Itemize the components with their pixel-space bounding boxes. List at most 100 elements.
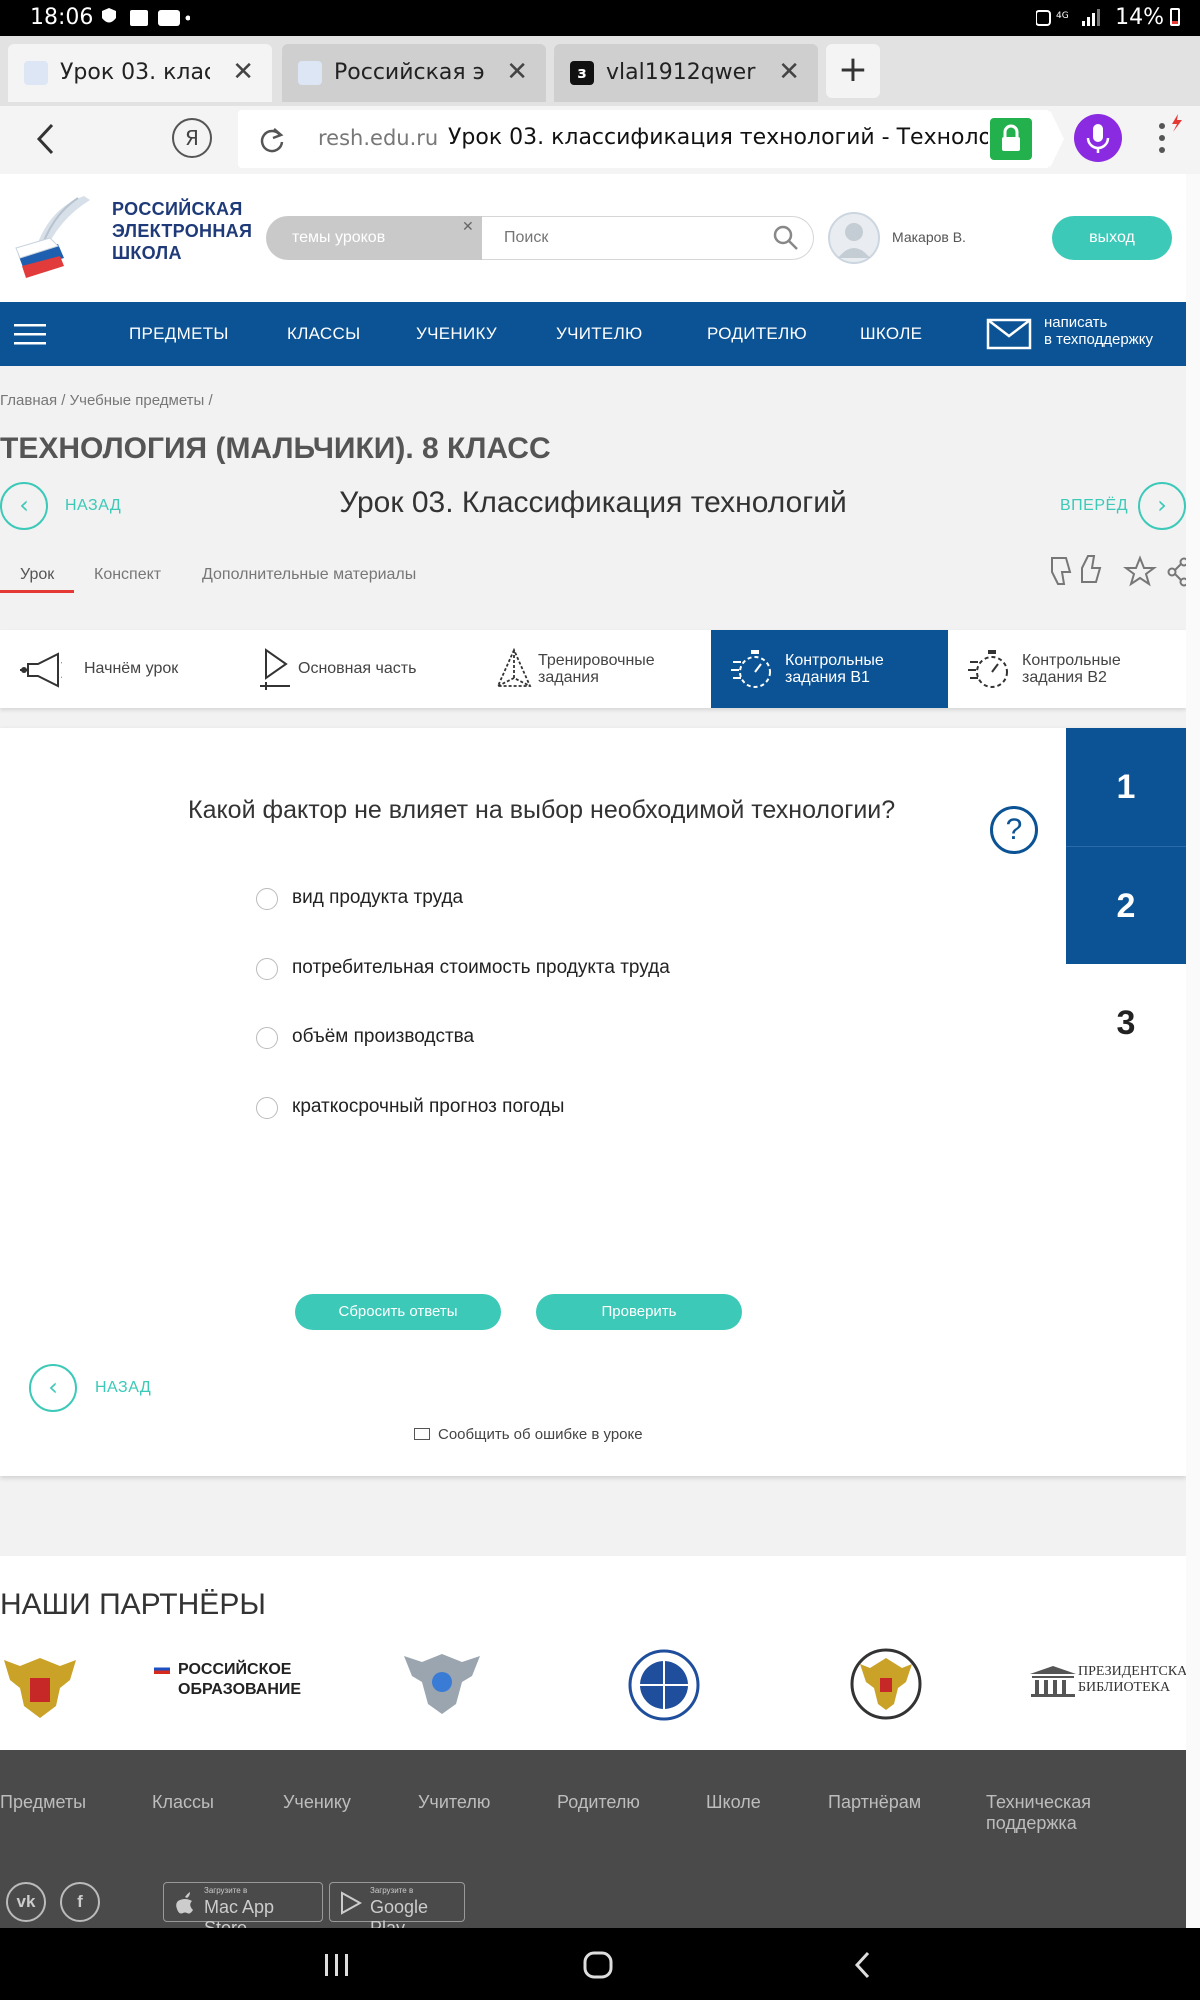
google-play-badge[interactable]: Загрузите в Google Play bbox=[329, 1882, 465, 1938]
facebook-icon[interactable]: f bbox=[60, 1882, 100, 1922]
logo-line: ШКОЛА bbox=[112, 243, 182, 263]
back-link[interactable]: НАЗАД bbox=[65, 497, 121, 515]
partner-name: ОБРАЗОВАНИЕ bbox=[178, 1681, 302, 1698]
like-icon[interactable] bbox=[1081, 555, 1102, 583]
question-number-3[interactable]: 3 bbox=[1066, 964, 1186, 1082]
section-control-b2[interactable]: Контрольные задания В2 bbox=[948, 630, 1186, 708]
back-link[interactable]: НАЗАД bbox=[95, 1379, 151, 1397]
russian-emblem-logo[interactable] bbox=[0, 1648, 80, 1724]
browser-tab-3[interactable]: з vlal1912qwerty ✕ bbox=[554, 44, 818, 102]
tab-title: Урок 03. классификация технологий bbox=[60, 60, 210, 85]
section-main[interactable]: Основная часть bbox=[236, 630, 472, 708]
section-control-b1[interactable]: Контрольные задания В1 bbox=[711, 630, 948, 708]
store-small-label: Загрузите в bbox=[204, 1886, 248, 1895]
avatar[interactable] bbox=[828, 212, 880, 264]
share-icon[interactable] bbox=[1167, 557, 1188, 587]
support-line: написать bbox=[1044, 314, 1108, 331]
subtab-lesson[interactable]: Урок bbox=[20, 566, 54, 584]
radio-button[interactable] bbox=[256, 1097, 278, 1119]
library-building-icon bbox=[1030, 1666, 1076, 1697]
question-number-2[interactable]: 2 bbox=[1066, 846, 1186, 964]
apple-icon bbox=[176, 1892, 193, 1914]
close-tab-icon[interactable]: ✕ bbox=[778, 57, 800, 87]
nav-item-parent[interactable]: РОДИТЕЛЮ bbox=[707, 324, 807, 344]
search-category-chip[interactable]: темы уроков ✕ bbox=[266, 216, 482, 260]
signal-icon: 4G bbox=[1036, 9, 1100, 26]
question-number-1[interactable]: 1 bbox=[1066, 728, 1186, 846]
reset-answers-button[interactable]: Сбросить ответы bbox=[295, 1294, 501, 1330]
section-start[interactable]: Начнём урок bbox=[0, 630, 236, 708]
envelope-icon[interactable] bbox=[986, 318, 1032, 350]
support-link[interactable]: написать в техподдержку bbox=[1044, 314, 1153, 348]
google-play-icon bbox=[341, 1891, 362, 1915]
dislike-icon[interactable] bbox=[1051, 557, 1072, 585]
menu-dots-icon[interactable] bbox=[1152, 112, 1188, 162]
subtab-materials[interactable]: Дополнительные материалы bbox=[202, 566, 416, 584]
forward-arrow-button[interactable]: › bbox=[1138, 482, 1186, 530]
logout-button[interactable]: выход bbox=[1052, 216, 1172, 260]
nav-item-classes[interactable]: КЛАССЫ bbox=[287, 324, 360, 344]
footer-link-partners[interactable]: Партнёрам bbox=[828, 1792, 921, 1813]
partners-title: НАШИ ПАРТНЁРЫ bbox=[0, 1588, 266, 1621]
close-tab-icon[interactable]: ✕ bbox=[232, 57, 254, 87]
reload-icon[interactable] bbox=[258, 126, 286, 154]
footer-link-school[interactable]: Школе bbox=[706, 1792, 761, 1813]
browser-tab-1[interactable]: Урок 03. классификация технологий ✕ bbox=[8, 44, 272, 102]
check-button[interactable]: Проверить bbox=[536, 1294, 742, 1330]
mac-app-store-badge[interactable]: Загрузите в Mac App Store bbox=[163, 1882, 323, 1938]
search-input[interactable] bbox=[482, 216, 814, 260]
answer-text: краткосрочный прогноз погоды bbox=[292, 1096, 565, 1117]
microphone-icon[interactable] bbox=[1074, 114, 1122, 162]
resh-logo[interactable] bbox=[14, 192, 96, 284]
back-arrow-button[interactable]: ‹ bbox=[0, 482, 48, 530]
close-tab-icon[interactable]: ✕ bbox=[506, 57, 528, 87]
partner-name: ПРЕЗИДЕНТСКАЯ bbox=[1078, 1664, 1197, 1679]
footer-link-teacher[interactable]: Учителю bbox=[418, 1792, 490, 1813]
section-training[interactable]: Тренировочные задания bbox=[472, 630, 711, 708]
logo-text[interactable]: РОССИЙСКАЯ ЭЛЕКТРОННАЯ ШКОЛА bbox=[112, 198, 252, 264]
geographic-society-logo[interactable] bbox=[624, 1648, 704, 1722]
footer-link-support[interactable]: Техническая поддержка bbox=[986, 1792, 1186, 1834]
footer-link-parent[interactable]: Родителю bbox=[557, 1792, 640, 1813]
nav-item-subjects[interactable]: ПРЕДМЕТЫ bbox=[129, 324, 229, 344]
back-nav-icon[interactable] bbox=[852, 1950, 874, 1980]
nav-item-school[interactable]: ШКОЛЕ bbox=[860, 324, 922, 344]
home-icon[interactable] bbox=[582, 1950, 614, 1980]
help-icon[interactable]: ? bbox=[990, 806, 1038, 854]
section-line: задания В1 bbox=[785, 669, 870, 686]
back-arrow-button[interactable]: ‹ bbox=[29, 1364, 77, 1412]
recent-apps-icon[interactable] bbox=[322, 1952, 352, 1978]
search-icon[interactable] bbox=[772, 224, 800, 252]
clear-chip-icon[interactable]: ✕ bbox=[462, 218, 474, 235]
username[interactable]: Макаров В. bbox=[892, 229, 966, 245]
russian-education-logo[interactable]: РОССИЙСКОЕ ОБРАЗОВАНИЕ bbox=[154, 1660, 301, 1700]
section-label: Контрольные задания В2 bbox=[1022, 652, 1121, 686]
footer-link-classes[interactable]: Классы bbox=[152, 1792, 214, 1813]
hamburger-menu-icon[interactable] bbox=[14, 322, 48, 348]
radio-button[interactable] bbox=[256, 888, 278, 910]
report-error-link[interactable]: Сообщить об ошибке в уроке bbox=[414, 1426, 643, 1443]
new-tab-button[interactable]: + bbox=[826, 44, 880, 98]
radio-button[interactable] bbox=[256, 1027, 278, 1049]
browser-tab-2[interactable]: Российская электронная школа ✕ bbox=[282, 44, 546, 102]
forward-link[interactable]: ВПЕРЁД bbox=[1060, 497, 1128, 515]
address-bar[interactable]: resh.edu.ru Урок 03. классификация техно… bbox=[238, 110, 1050, 168]
lesson-title: Урок 03. Классификация технологий bbox=[339, 486, 847, 519]
subtab-summary[interactable]: Конспект bbox=[94, 566, 161, 584]
footer-link-student[interactable]: Ученику bbox=[283, 1792, 351, 1813]
footer-link-subjects[interactable]: Предметы bbox=[0, 1792, 86, 1813]
radio-button[interactable] bbox=[256, 958, 278, 980]
russian-flag-icon bbox=[154, 1664, 170, 1674]
nav-item-student[interactable]: УЧЕНИКУ bbox=[416, 324, 497, 344]
star-icon[interactable] bbox=[1123, 555, 1157, 587]
nav-item-teacher[interactable]: УЧИТЕЛЮ bbox=[556, 324, 643, 344]
lock-icon[interactable] bbox=[990, 118, 1032, 160]
ministry-emblem-logo[interactable] bbox=[400, 1646, 484, 1720]
yandex-icon[interactable]: Я bbox=[172, 118, 212, 158]
znanija-favicon: з bbox=[570, 61, 594, 85]
page-scrollbar[interactable] bbox=[1186, 174, 1200, 1928]
back-arrow-icon[interactable] bbox=[34, 122, 58, 156]
history-society-logo[interactable] bbox=[846, 1646, 926, 1722]
vk-icon[interactable]: vk bbox=[6, 1882, 46, 1922]
breadcrumb[interactable]: Главная / Учебные предметы / bbox=[0, 392, 213, 409]
